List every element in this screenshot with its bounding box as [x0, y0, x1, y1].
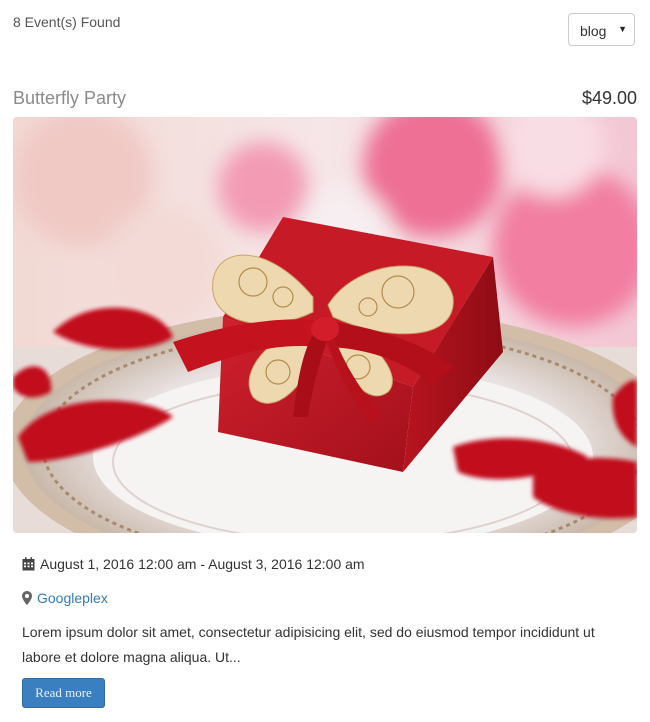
calendar-icon [22, 557, 35, 571]
view-mode-select[interactable]: blog ▼ [568, 13, 635, 46]
event-date-row: August 1, 2016 12:00 am - August 3, 2016… [22, 556, 365, 572]
map-marker-icon [22, 591, 32, 605]
events-found-count: 8 Event(s) Found [13, 14, 121, 30]
dropdown-arrow-icon: ▼ [618, 24, 627, 34]
gift-box-photo-icon [13, 117, 637, 533]
event-title[interactable]: Butterfly Party [13, 88, 126, 109]
event-location-link[interactable]: Googleplex [37, 590, 108, 606]
event-description: Lorem ipsum dolor sit amet, consectetur … [22, 624, 595, 665]
read-more-button[interactable]: Read more [22, 678, 105, 708]
event-image[interactable] [13, 117, 637, 533]
event-date-range: August 1, 2016 12:00 am - August 3, 2016… [40, 556, 365, 572]
view-mode-value: blog [580, 23, 607, 39]
event-price: $49.00 [581, 88, 637, 108]
event-location-row: Googleplex [22, 590, 108, 606]
